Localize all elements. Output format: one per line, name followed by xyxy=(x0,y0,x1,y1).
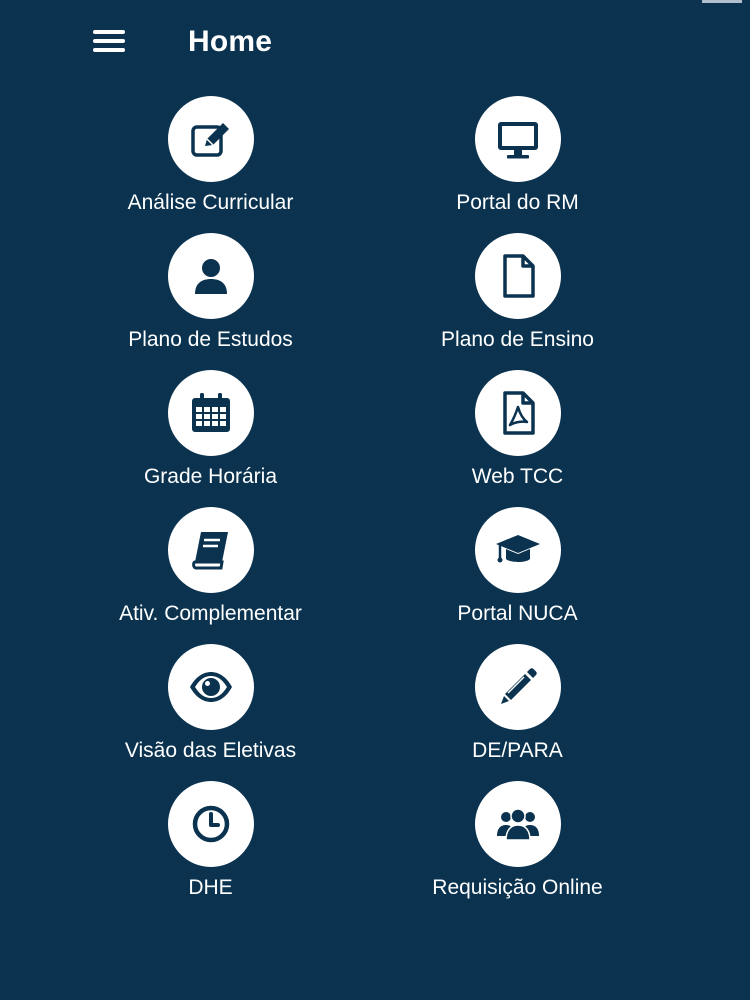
tile-grade-horaria[interactable]: Grade Horária xyxy=(57,370,364,507)
tile-label: Portal do RM xyxy=(456,191,579,214)
tile-analise-curricular[interactable]: Análise Curricular xyxy=(57,96,364,233)
app-header: Home xyxy=(0,0,750,88)
home-menu-grid: Análise Curricular Portal do RM Plano de… xyxy=(0,96,750,918)
page-title: Home xyxy=(188,25,273,58)
pencil-icon xyxy=(500,668,537,704)
tile-web-tcc[interactable]: Web TCC xyxy=(364,370,671,507)
tile-dhe[interactable]: DHE xyxy=(57,781,364,918)
tile-label: Ativ. Complementar xyxy=(119,602,302,625)
tile-label: Análise Curricular xyxy=(127,191,294,214)
calendar-icon xyxy=(191,393,230,432)
eye-icon xyxy=(189,672,232,702)
document-icon xyxy=(502,254,535,298)
tile-label: Visão das Eletivas xyxy=(124,739,297,762)
tile-label: Grade Horária xyxy=(143,465,278,488)
hamburger-menu-icon[interactable] xyxy=(88,26,130,58)
tile-plano-de-ensino[interactable]: Plano de Ensino xyxy=(364,233,671,370)
tile-label: Plano de Estudos xyxy=(128,328,293,351)
tile-visao-das-eletivas[interactable]: Visão das Eletivas xyxy=(57,644,364,781)
tile-label: Portal NUCA xyxy=(457,602,578,625)
pdf-file-icon xyxy=(502,391,535,435)
tile-requisicao-online[interactable]: Requisição Online xyxy=(364,781,671,918)
tile-label: Plano de Ensino xyxy=(441,328,594,351)
tile-ativ-complementar[interactable]: Ativ. Complementar xyxy=(57,507,364,644)
edit-square-icon xyxy=(190,123,229,157)
monitor-icon xyxy=(497,122,538,159)
tile-label: Web TCC xyxy=(471,465,564,488)
status-indicator xyxy=(702,0,742,3)
tile-portal-nuca[interactable]: Portal NUCA xyxy=(364,507,671,644)
tile-label: Requisição Online xyxy=(432,876,603,899)
tile-plano-de-estudos[interactable]: Plano de Estudos xyxy=(57,233,364,370)
tile-portal-do-rm[interactable]: Portal do RM xyxy=(364,96,671,233)
tile-label: DE/PARA xyxy=(472,739,563,762)
graduation-cap-icon xyxy=(495,535,540,563)
book-icon xyxy=(191,532,228,570)
tile-de-para[interactable]: DE/PARA xyxy=(364,644,671,781)
clock-icon xyxy=(192,805,229,843)
user-icon xyxy=(194,259,227,294)
users-group-icon xyxy=(496,808,539,841)
tile-label: DHE xyxy=(188,876,233,899)
